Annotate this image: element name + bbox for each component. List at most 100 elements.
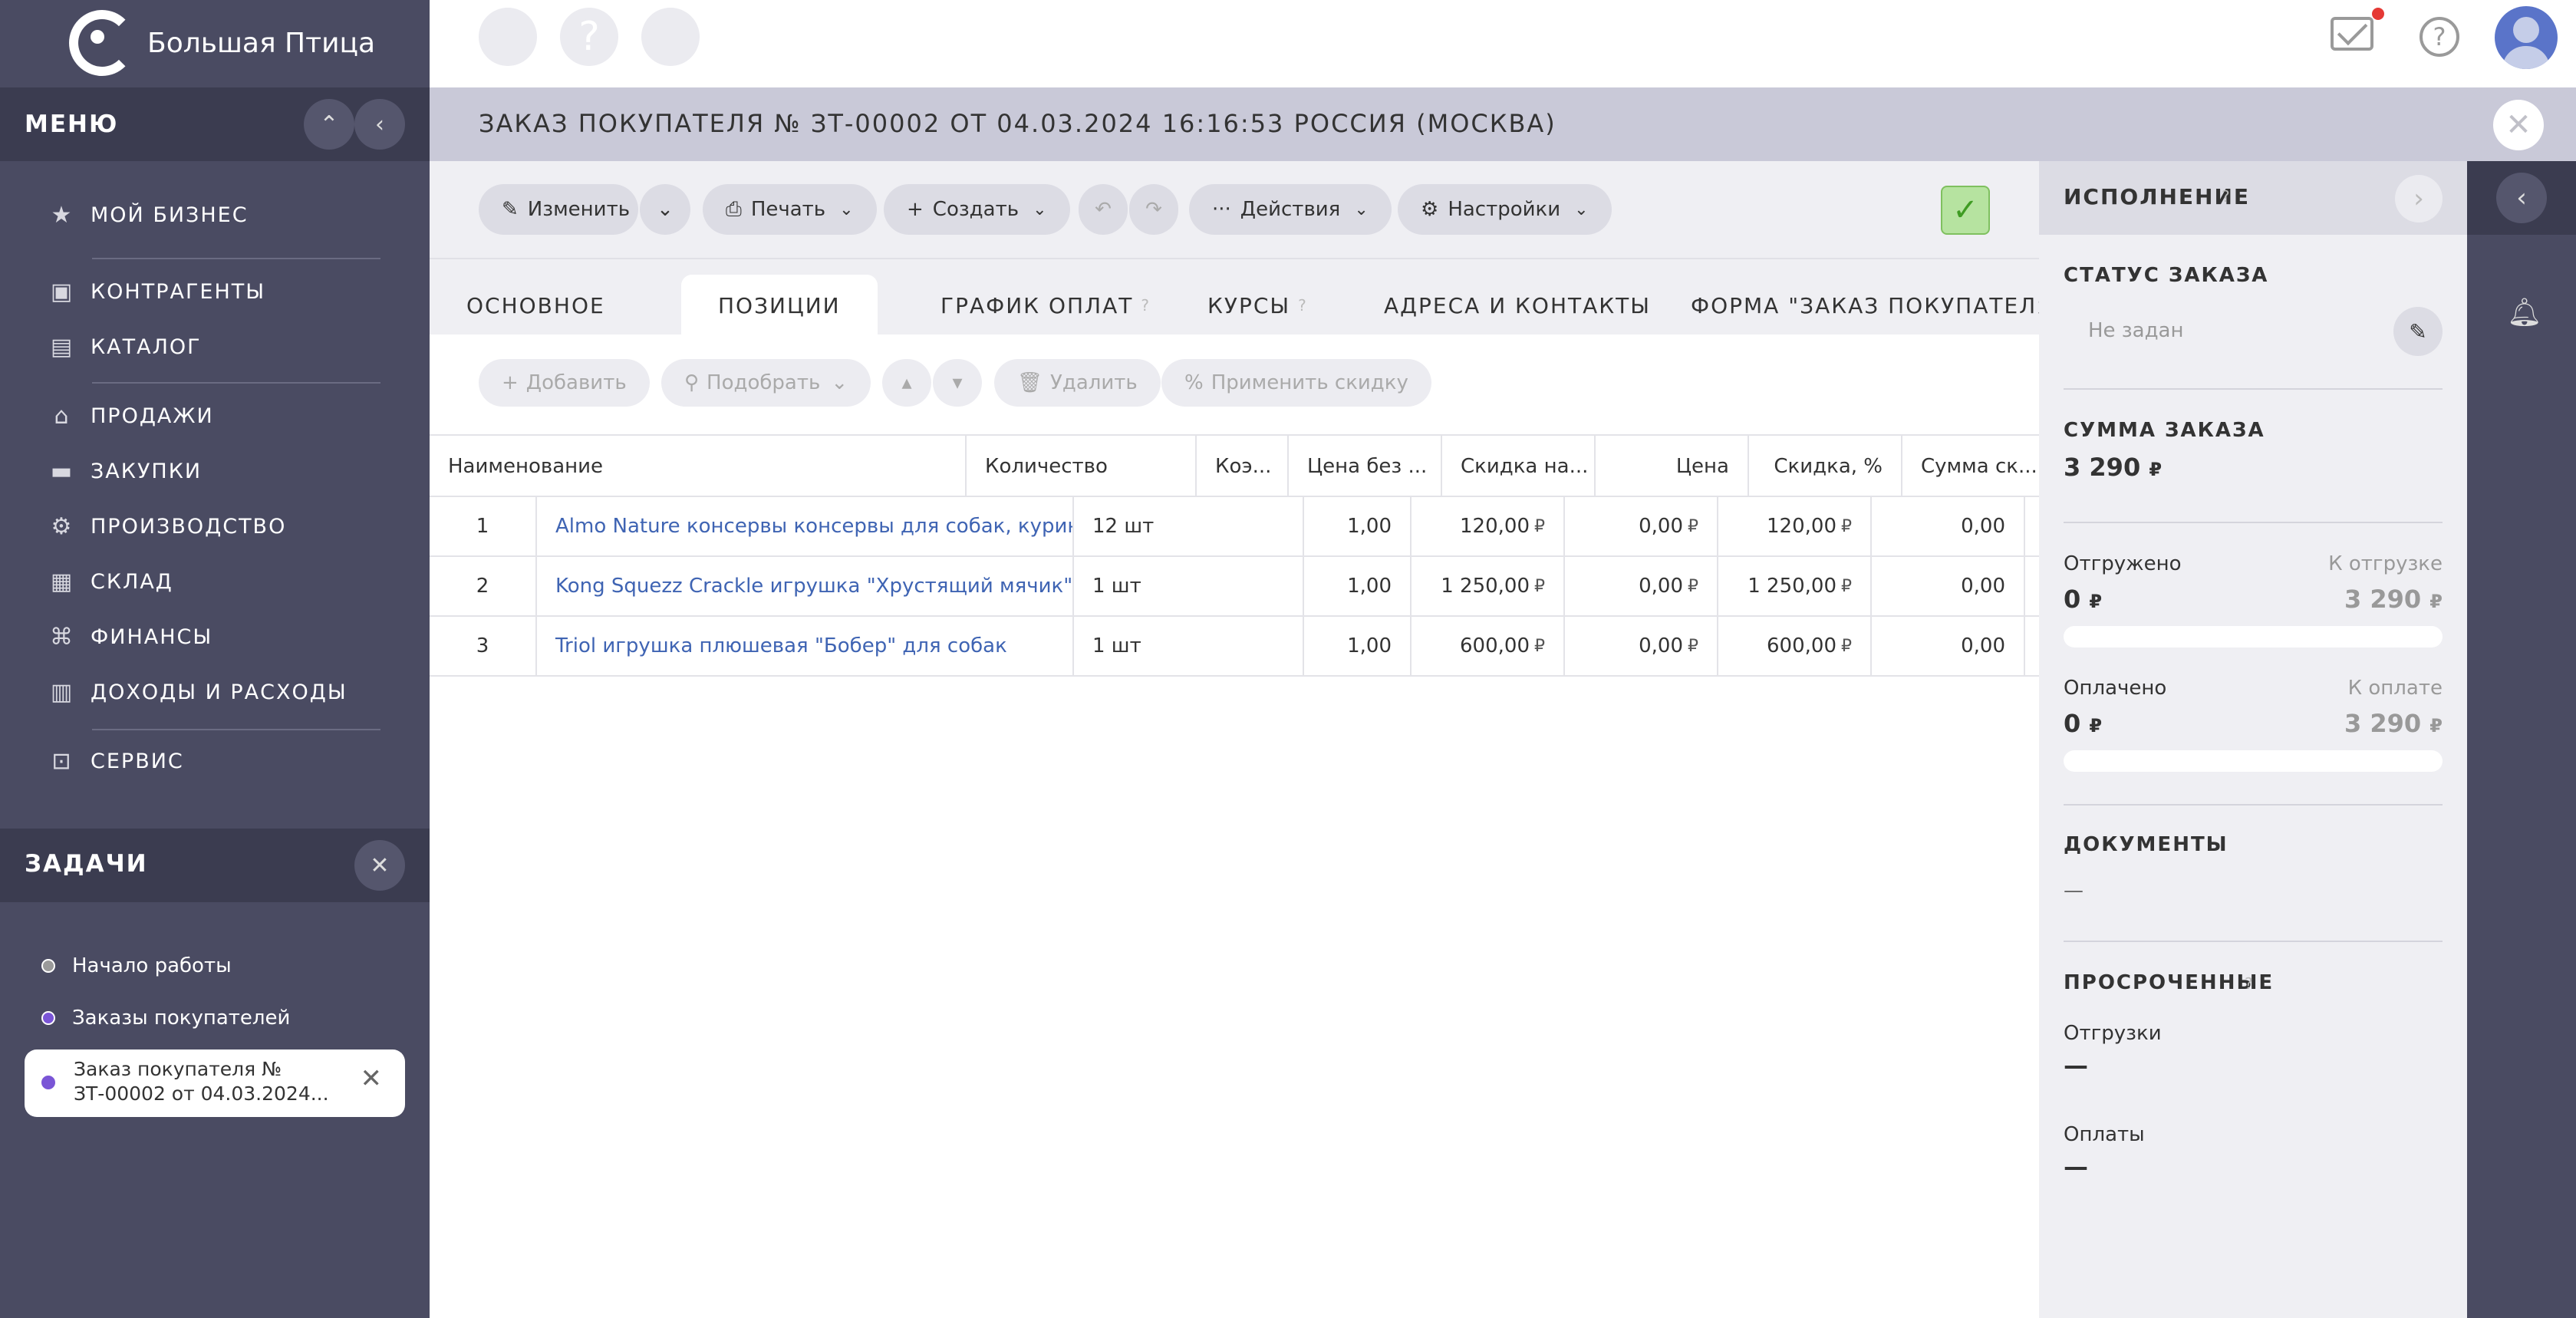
price-cell[interactable]: 1 250,00 ₽ xyxy=(1718,557,1872,615)
price-without-discount-cell[interactable]: 1 250,00 ₽ xyxy=(1412,557,1565,615)
settings-button[interactable]: ⚙ Настройки ⌄ xyxy=(1398,184,1612,235)
column-header[interactable]: Цена xyxy=(1596,436,1749,497)
avatar[interactable] xyxy=(2495,6,2558,69)
apply-discount-button[interactable]: % Применить скидку xyxy=(1161,359,1431,407)
shipped-label: Отгружено xyxy=(2064,552,2182,575)
nav-item-finance[interactable]: ⌘ ФИНАНСЫ xyxy=(49,614,212,660)
status-value: Не задан xyxy=(2088,319,2184,342)
tab-rates[interactable]: КУРСЫ? xyxy=(1171,275,1345,336)
tab-main[interactable]: ОСНОВНОЕ xyxy=(430,275,642,336)
column-header[interactable]: Скидка, % xyxy=(1749,436,1902,497)
tab-payment-schedule[interactable]: ГРАФИК ОПЛАТ? xyxy=(904,275,1188,336)
nav-item-catalog[interactable]: ▤ КАТАЛОГ xyxy=(49,324,202,370)
tab-order-form[interactable]: ФОРМА "ЗАКАЗ ПОКУПАТЕЛЯ" xyxy=(1654,275,2102,336)
help-icon[interactable]: ? xyxy=(2420,17,2459,57)
create-button[interactable]: + Создать ⌄ xyxy=(884,184,1070,235)
product-link[interactable]: Almo Nature консервы консервы для собак,… xyxy=(537,497,1074,555)
close-icon[interactable]: ✕ xyxy=(361,1063,383,1094)
task-item-getting-started[interactable]: Начало работы xyxy=(41,954,232,977)
mail-icon[interactable] xyxy=(2331,8,2384,51)
column-header[interactable]: Сумма ск... xyxy=(1902,436,2039,497)
nav-item-contractors[interactable]: ▣ КОНТРАГЕНТЫ xyxy=(49,269,265,315)
document-toolbar: ✎ Изменить ⌄ ⎙ Печать ⌄ + Создать ⌄ ↶ ↷ ··· Де… xyxy=(430,161,2039,258)
shipped-progress-bar xyxy=(2064,626,2443,647)
collapse-menu-button[interactable]: ⌃ xyxy=(304,99,354,150)
nav-item-purchases[interactable]: ▬ ЗАКУПКИ xyxy=(49,448,202,494)
app-logo[interactable]: Большая Птица xyxy=(69,6,375,80)
column-header[interactable]: Наименование xyxy=(430,436,967,497)
product-link[interactable]: Triol игрушка плюшевая "Бобер" для собак xyxy=(537,617,1074,675)
nav-item-production[interactable]: ⚙ ПРОИЗВОДСТВО xyxy=(49,503,286,549)
edit-status-button[interactable]: ✎ xyxy=(2393,307,2443,356)
coef-cell[interactable]: 1,00 xyxy=(1304,557,1412,615)
coef-cell[interactable]: 1,00 xyxy=(1304,617,1412,675)
price-without-discount-cell[interactable]: 120,00 ₽ xyxy=(1412,497,1565,555)
quantity-cell[interactable]: 1 шт xyxy=(1074,557,1304,615)
row-number: 1 xyxy=(430,497,537,555)
quantity-cell[interactable]: 12 шт xyxy=(1074,497,1304,555)
nav-item-my-business[interactable]: ★ МОЙ БИЗНЕС xyxy=(49,192,249,238)
actions-button[interactable]: ··· Действия ⌄ xyxy=(1189,184,1392,235)
hide-sidebar-button[interactable]: ‹ xyxy=(354,99,405,150)
delete-button[interactable]: 🗑 Удалить xyxy=(994,359,1161,407)
help-icon: ? xyxy=(2222,187,2230,206)
price-cell[interactable]: 600,00 ₽ xyxy=(1718,617,1872,675)
save-check-button[interactable]: ✓ xyxy=(1941,186,1990,235)
nav-item-sales[interactable]: ⌂ ПРОДАЖИ xyxy=(49,393,214,439)
undo-button[interactable]: ↶ xyxy=(1079,184,1128,235)
pencil-icon: ✎ xyxy=(2409,318,2427,344)
add-position-button[interactable]: + Добавить xyxy=(479,359,650,407)
table-row[interactable]: 2 Kong Squezz Crackle игрушка "Хрустящий… xyxy=(430,557,2039,617)
tab-addresses-contacts[interactable]: АДРЕСА И КОНТАКТЫ xyxy=(1347,275,1688,336)
task-item-active-order[interactable]: Заказ покупателя № ЗТ-00002 от 04.03.202… xyxy=(25,1049,405,1117)
arrow-down-icon: ▾ xyxy=(952,371,963,394)
table-row[interactable]: 1 Almo Nature консервы консервы для соба… xyxy=(430,497,2039,557)
help-circle-button[interactable]: ? xyxy=(560,8,618,66)
print-button[interactable]: ⎙ Печать ⌄ xyxy=(703,184,877,235)
tab-label: АДРЕСА И КОНТАКТЫ xyxy=(1384,292,1651,318)
edit-dropdown-button[interactable]: ⌄ xyxy=(640,184,690,235)
task-label-line2: ЗТ-00002 от 04.03.2024... xyxy=(74,1082,329,1105)
expand-strip-button[interactable]: ‹ xyxy=(2496,173,2547,223)
task-item-customer-orders[interactable]: Заказы покупателей xyxy=(41,1007,290,1030)
collapse-panel-button[interactable]: › xyxy=(2395,175,2443,222)
coef-cell[interactable]: 1,00 xyxy=(1304,497,1412,555)
close-document-button[interactable]: ✕ xyxy=(2493,100,2544,150)
discount-amount-cell[interactable]: 0,00 ₽ xyxy=(1565,557,1718,615)
redo-button[interactable]: ↷ xyxy=(1129,184,1178,235)
edit-button[interactable]: ✎ Изменить xyxy=(479,184,638,235)
pick-button[interactable]: ⚲ Подобрать ⌄ xyxy=(661,359,871,407)
table-row[interactable]: 3 Triol игрушка плюшевая "Бобер" для соб… xyxy=(430,617,2039,677)
discount-amount-cell[interactable]: 0,00 ₽ xyxy=(1565,497,1718,555)
tasks-title: ЗАДАЧИ xyxy=(25,850,148,878)
placeholder-circle-button[interactable] xyxy=(641,8,700,66)
discount-percent-cell[interactable]: 0,00 xyxy=(1872,557,2025,615)
bell-icon[interactable]: 🔔︎ xyxy=(2507,296,2542,328)
discount-percent-cell[interactable]: 0,00 xyxy=(1872,497,2025,555)
discount-amount-cell[interactable]: 0,00 ₽ xyxy=(1565,617,1718,675)
nav-item-income-expenses[interactable]: ▥ ДОХОДЫ И РАСХОДЫ xyxy=(49,669,348,715)
quantity-cell[interactable]: 1 шт xyxy=(1074,617,1304,675)
column-header[interactable]: Скидка на... xyxy=(1442,436,1596,497)
move-down-button[interactable]: ▾ xyxy=(933,359,982,407)
discount-percent-cell[interactable]: 0,00 xyxy=(1872,617,2025,675)
column-header[interactable]: Количество xyxy=(967,436,1197,497)
tab-positions[interactable]: ПОЗИЦИИ xyxy=(681,275,878,336)
positions-table: Наименование Количество Коэ... Цена без … xyxy=(430,434,2039,1318)
arrow-up-icon: ▴ xyxy=(901,371,912,394)
product-link[interactable]: Kong Squezz Crackle игрушка "Хрустящий м… xyxy=(537,557,1074,615)
column-header[interactable]: Коэ... xyxy=(1197,436,1289,497)
move-up-button[interactable]: ▴ xyxy=(882,359,931,407)
discount-label: Применить скидку xyxy=(1211,371,1408,394)
execution-header: ИСПОЛНЕНИЕ ? › xyxy=(2039,161,2467,235)
nav-item-warehouse[interactable]: ▦ СКЛАД xyxy=(49,559,173,605)
notification-dot xyxy=(2372,8,2384,20)
price-without-discount-cell[interactable]: 600,00 ₽ xyxy=(1412,617,1565,675)
placeholder-circle-button[interactable] xyxy=(479,8,537,66)
column-header[interactable]: Цена без ... xyxy=(1289,436,1442,497)
nav-item-service[interactable]: ⊡ СЕРВИС xyxy=(49,738,184,784)
nav-label: КАТАЛОГ xyxy=(91,334,202,359)
price-cell[interactable]: 120,00 ₽ xyxy=(1718,497,1872,555)
wallet-icon: ▥ xyxy=(50,678,74,706)
close-tasks-button[interactable]: ✕ xyxy=(354,840,405,891)
